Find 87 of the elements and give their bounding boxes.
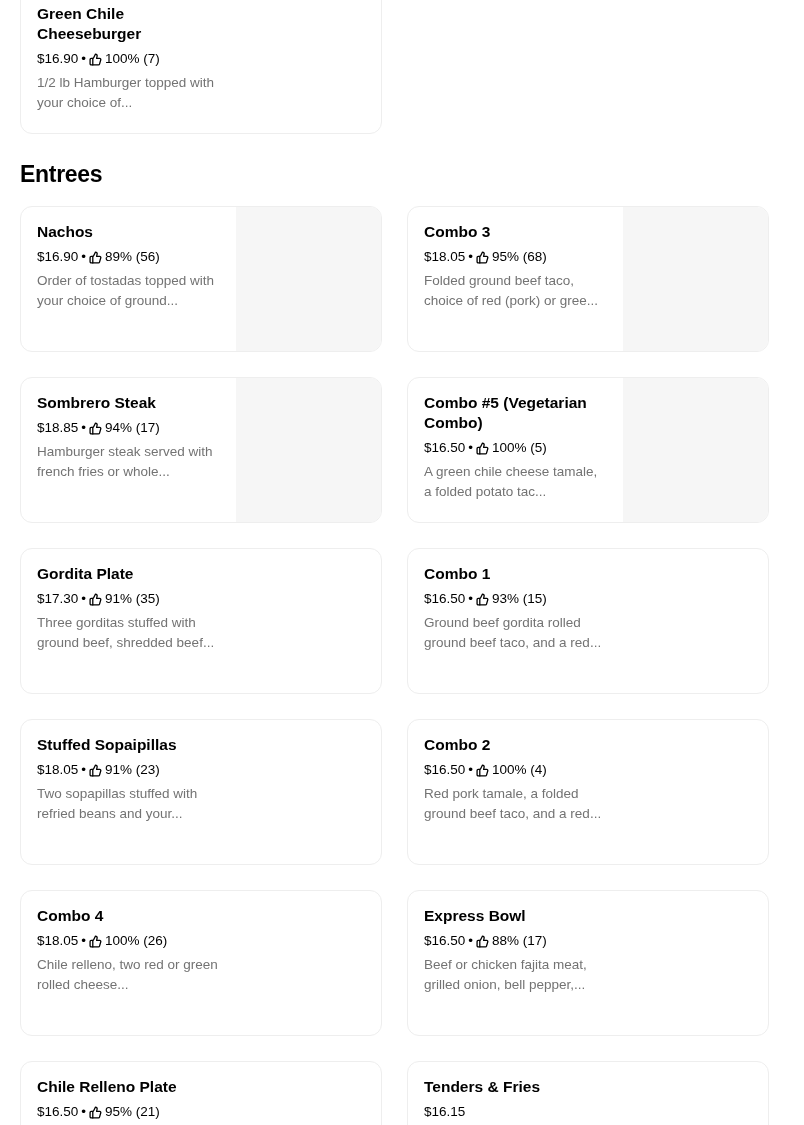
thumbs-up-icon	[89, 592, 103, 606]
item-price: $16.90	[37, 50, 79, 68]
item-rating: 91% (35)	[105, 590, 160, 608]
item-name: Gordita Plate	[37, 564, 135, 584]
separator-dot: •	[81, 932, 87, 950]
thumbs-up-icon	[89, 421, 103, 435]
item-price: $16.50	[424, 439, 466, 457]
item-price: $17.30	[37, 590, 79, 608]
item-name: Chile Relleno Plate	[37, 1077, 178, 1097]
item-name: Combo 1	[424, 564, 492, 584]
separator-dot: •	[468, 248, 474, 266]
separator-dot: •	[468, 439, 474, 457]
thumbs-up-icon	[476, 763, 490, 777]
menu-item-card[interactable]: Express Bowl $16.50 • 88% (17) Beef or chicken fajita meat, grilled onion, bell pepper,...	[407, 890, 769, 1036]
thumbs-up-icon	[89, 52, 103, 66]
item-description: Hamburger steak served with french fries or whole...	[37, 443, 214, 481]
item-rating: 95% (68)	[492, 248, 547, 266]
item-rating: 91% (23)	[105, 761, 160, 779]
menu-item-card[interactable]: Tenders & Fries $16.15	[407, 1061, 769, 1125]
separator-dot: •	[81, 761, 87, 779]
item-rating: 95% (21)	[105, 1103, 160, 1121]
item-rating: 100% (4)	[492, 761, 547, 779]
item-description: Folded ground beef taco, choice of red (pork) or gree...	[424, 272, 600, 310]
item-rating: 88% (17)	[492, 932, 547, 950]
item-name: Nachos	[37, 222, 94, 242]
item-price: $16.15	[424, 1103, 466, 1121]
item-description: Three gorditas stuffed with ground beef, shredded beef...	[37, 614, 216, 652]
item-description: Ground beef gordita rolled ground beef taco, and a red...	[424, 614, 603, 652]
item-price: $18.05	[37, 932, 79, 950]
item-description: Beef or chicken fajita meat, grilled onion, bell pepper,...	[424, 956, 588, 994]
separator-dot: •	[468, 761, 474, 779]
thumbs-up-icon	[89, 934, 103, 948]
menu-item-card[interactable]: Nachos $16.90 • 89% (56) Order of tostadas topped with your choice of ground...	[20, 206, 382, 352]
item-description: A green chile cheese tamale, a folded potato tac...	[424, 463, 599, 501]
item-price: $16.50	[424, 932, 466, 950]
item-description: 1/2 lb Hamburger topped with your choice of...	[37, 74, 216, 112]
menu-item-card[interactable]: Combo 4 $18.05 • 100% (26) Chile relleno, two red or green rolled cheese...	[20, 890, 382, 1036]
menu-item-card[interactable]: Green Chile Cheeseburger $16.90 • 100% (7) 1/2 lb Hamburger topped with your choice of...	[20, 0, 382, 134]
item-name: Express Bowl	[424, 906, 527, 926]
item-name: Tenders & Fries	[424, 1077, 541, 1097]
item-price: $16.50	[424, 761, 466, 779]
item-name: Stuffed Sopaipillas	[37, 735, 178, 755]
item-name: Green Chile Cheeseburger	[37, 4, 143, 44]
menu-item-card[interactable]: Gordita Plate $17.30 • 91% (35) Three gorditas stuffed with ground beef, shredded beef...	[20, 548, 382, 694]
separator-dot: •	[81, 590, 87, 608]
menu-item-card[interactable]: Combo 2 $16.50 • 100% (4) Red pork tamale, a folded ground beef taco, and a red...	[407, 719, 769, 865]
item-price: $18.85	[37, 419, 79, 437]
separator-dot: •	[468, 590, 474, 608]
item-name: Combo 4	[37, 906, 105, 926]
menu-item-card[interactable]: Combo 1 $16.50 • 93% (15) Ground beef gordita rolled ground beef taco, and a red...	[407, 548, 769, 694]
item-price: $18.05	[37, 761, 79, 779]
item-price: $16.90	[37, 248, 79, 266]
item-rating: 89% (56)	[105, 248, 160, 266]
item-name: Sombrero Steak	[37, 393, 157, 413]
item-price: $16.50	[424, 590, 466, 608]
separator-dot: •	[81, 248, 87, 266]
item-rating: 100% (26)	[105, 932, 168, 950]
thumbs-up-icon	[476, 250, 490, 264]
section-heading: Entrees	[20, 160, 104, 188]
menu-item-card[interactable]: Combo #5 (Vegetarian Combo) $16.50 • 100% (5) A green chile cheese tamale, a folded potato tac...	[407, 377, 769, 523]
item-rating: 93% (15)	[492, 590, 547, 608]
item-description: Two sopapillas stuffed with refried beans and your...	[37, 785, 199, 823]
item-description: Order of tostadas topped with your choice of ground...	[37, 272, 216, 310]
item-price: $18.05	[424, 248, 466, 266]
item-rating: 100% (7)	[105, 50, 160, 68]
item-price: $16.50	[37, 1103, 79, 1121]
thumbs-up-icon	[476, 592, 490, 606]
separator-dot: •	[81, 419, 87, 437]
thumbs-up-icon	[89, 763, 103, 777]
separator-dot: •	[81, 50, 87, 68]
item-rating: 94% (17)	[105, 419, 160, 437]
item-name: Combo #5 (Vegetarian Combo)	[424, 393, 588, 433]
item-name: Combo 3	[424, 222, 492, 242]
item-description: Red pork tamale, a folded ground beef taco, and a red...	[424, 785, 603, 823]
menu-item-card[interactable]: Combo 3 $18.05 • 95% (68) Folded ground beef taco, choice of red (pork) or gree...	[407, 206, 769, 352]
separator-dot: •	[81, 1103, 87, 1121]
item-name: Combo 2	[424, 735, 492, 755]
thumbs-up-icon	[476, 441, 490, 455]
item-description: Chile relleno, two red or green rolled cheese...	[37, 956, 219, 994]
thumbs-up-icon	[89, 250, 103, 264]
item-rating: 100% (5)	[492, 439, 547, 457]
thumbs-up-icon	[476, 934, 490, 948]
menu-item-card[interactable]: Sombrero Steak $18.85 • 94% (17) Hamburger steak served with french fries or whole...	[20, 377, 382, 523]
menu-item-card[interactable]: Chile Relleno Plate $16.50 • 95% (21)	[20, 1061, 382, 1125]
menu-item-card[interactable]: Stuffed Sopaipillas $18.05 • 91% (23) Two sopapillas stuffed with refried beans and your...	[20, 719, 382, 865]
thumbs-up-icon	[89, 1105, 103, 1119]
separator-dot: •	[468, 932, 474, 950]
